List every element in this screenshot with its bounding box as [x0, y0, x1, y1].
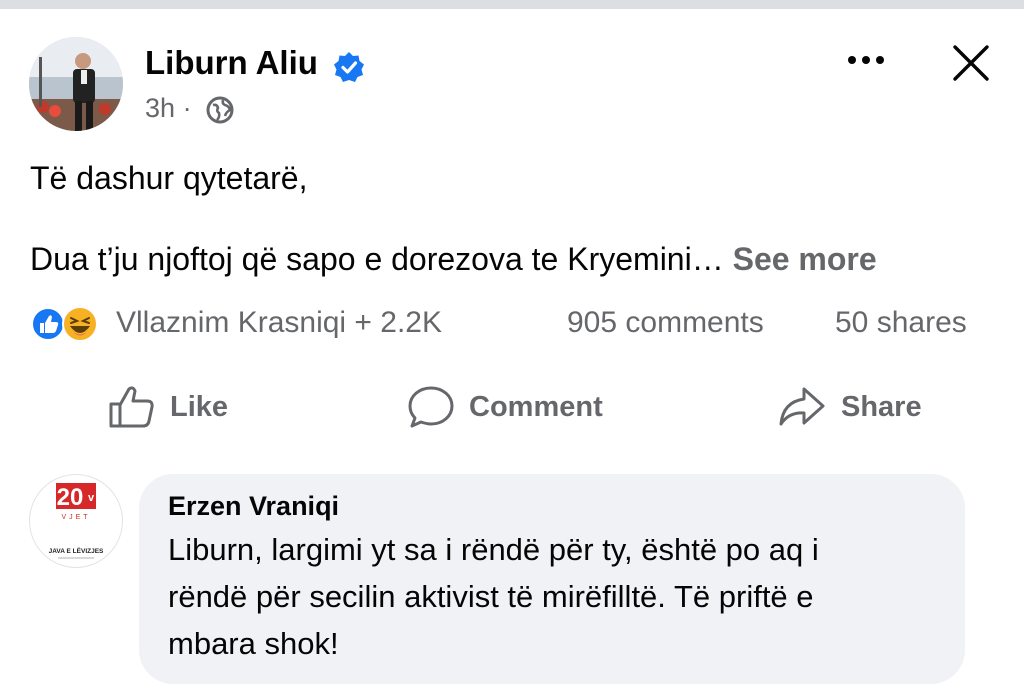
post-text-line-2: Dua t’ju njoftoj që sapo e dorezova te K… — [30, 241, 877, 278]
author-avatar[interactable] — [29, 37, 123, 131]
comment-button[interactable]: Comment — [407, 384, 603, 430]
top-divider — [0, 0, 1024, 9]
post-text-line-1: Të dashur qytetarë, — [30, 160, 308, 196]
like-button[interactable]: Like — [108, 384, 228, 430]
reactions-summary[interactable]: Vllaznim Krasniqi + 2.2K — [116, 306, 442, 340]
logo-number: 20 — [57, 484, 84, 511]
logo-subtitle: VJET — [61, 514, 90, 521]
verified-badge-icon — [334, 52, 364, 82]
post-text-truncated: Dua t’ju njoftoj që sapo e dorezova te K… — [30, 241, 724, 277]
more-options-icon[interactable] — [843, 44, 889, 76]
comments-count[interactable]: 905 comments — [567, 306, 764, 340]
comment-bubble-icon — [408, 386, 454, 428]
like-reaction-icon — [31, 307, 65, 341]
comment-text-line-3: mbara shok! — [168, 626, 339, 661]
shares-count[interactable]: 50 shares — [835, 306, 967, 340]
post-meta: 3h · — [145, 93, 192, 124]
commenter-avatar[interactable]: 20 v VJET JAVA E LËVIZJES — [29, 474, 123, 568]
close-icon[interactable] — [946, 38, 996, 88]
like-label: Like — [170, 390, 229, 423]
post-time[interactable]: 3h — [145, 93, 175, 123]
comment-text-line-2: rëndë për secilin aktivist të mirëfilltë… — [168, 579, 814, 614]
meta-separator: · — [182, 93, 192, 123]
share-button[interactable]: Share — [777, 384, 922, 430]
share-label: Share — [841, 390, 922, 423]
logo-caption: JAVA E LËVIZJES — [49, 547, 104, 555]
comment-label: Comment — [469, 390, 603, 423]
svg-text:v: v — [88, 492, 95, 504]
thumbs-up-icon — [109, 386, 154, 428]
haha-reaction-icon — [62, 306, 98, 342]
author-name[interactable]: Liburn Aliu — [145, 44, 318, 82]
comment-text-line-1: Liburn, largimi yt sa i rëndë për ty, ës… — [168, 532, 819, 567]
commenter-name[interactable]: Erzen Vraniqi — [168, 491, 339, 522]
see-more-link[interactable]: See more — [733, 241, 877, 277]
globe-icon[interactable] — [205, 95, 235, 125]
reactions-icons[interactable] — [30, 304, 100, 344]
share-arrow-icon — [779, 387, 825, 426]
